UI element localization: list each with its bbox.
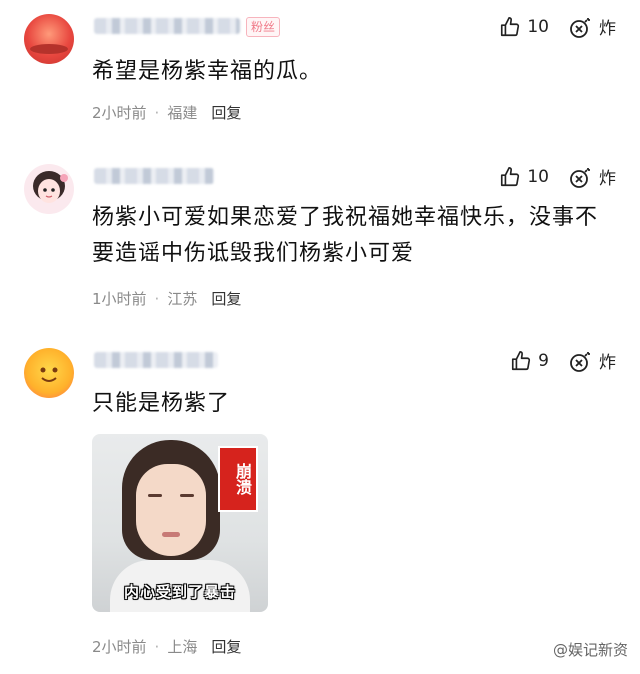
sticker-face [136,464,206,556]
sticker-eye [180,494,194,497]
sticker-eye [148,494,162,497]
avatar[interactable] [24,348,74,398]
username-blurred[interactable] [94,168,214,184]
dislike-button[interactable]: 炸 [569,14,616,39]
like-button[interactable]: 10 [499,16,549,38]
like-count: 10 [527,166,549,187]
like-button[interactable]: 9 [510,350,549,372]
like-count: 10 [527,16,549,37]
watermark: @娱记新资 [553,639,628,660]
sticker-image[interactable]: 崩溃 内心受到了暴击 [92,434,268,612]
bomb-icon [569,15,593,39]
thumbs-up-icon [499,166,521,188]
comment-time: 1小时前 [92,290,147,308]
watermark-text: @娱记新资 [552,641,628,659]
bomb-icon [569,349,593,373]
comment-location: 江苏 [167,290,198,308]
thumbs-up-icon [499,16,521,38]
sticker-tag: 崩溃 [218,446,258,512]
avatar[interactable] [24,14,74,64]
comment-time: 2小时前 [92,638,147,656]
dislike-label: 炸 [599,19,616,39]
fan-badge: 粉丝 [246,17,281,37]
comment-text: 希望是杨紫幸福的瓜。 [92,59,323,84]
dislike-label: 炸 [599,353,616,373]
username-blurred[interactable] [94,18,240,34]
sticker-mouth [162,532,180,537]
comment-location: 福建 [167,104,198,122]
thumbs-up-icon [510,350,532,372]
bomb-icon [569,165,593,189]
comment-text: 杨紫小可爱如果恋爱了我祝福她幸福快乐，没事不要造谣中伤诋毁我们杨紫小可爱 [92,205,599,266]
dislike-label: 炸 [599,169,616,189]
reply-button[interactable]: 回复 [211,102,241,123]
dislike-button[interactable]: 炸 [569,164,616,189]
comment-location: 上海 [167,638,198,656]
like-count: 9 [538,350,549,371]
separator-dot: · [154,637,160,656]
reply-button[interactable]: 回复 [211,636,241,657]
like-button[interactable]: 10 [499,166,549,188]
sticker-caption: 内心受到了暴击 [123,583,236,601]
avatar[interactable] [24,164,74,214]
dislike-button[interactable]: 炸 [569,348,616,373]
username-blurred[interactable] [94,352,218,368]
comment-text: 只能是杨紫了 [92,391,231,416]
comment-time: 2小时前 [92,104,147,122]
separator-dot: · [154,289,160,308]
reply-button[interactable]: 回复 [211,288,241,309]
separator-dot: · [154,103,160,122]
